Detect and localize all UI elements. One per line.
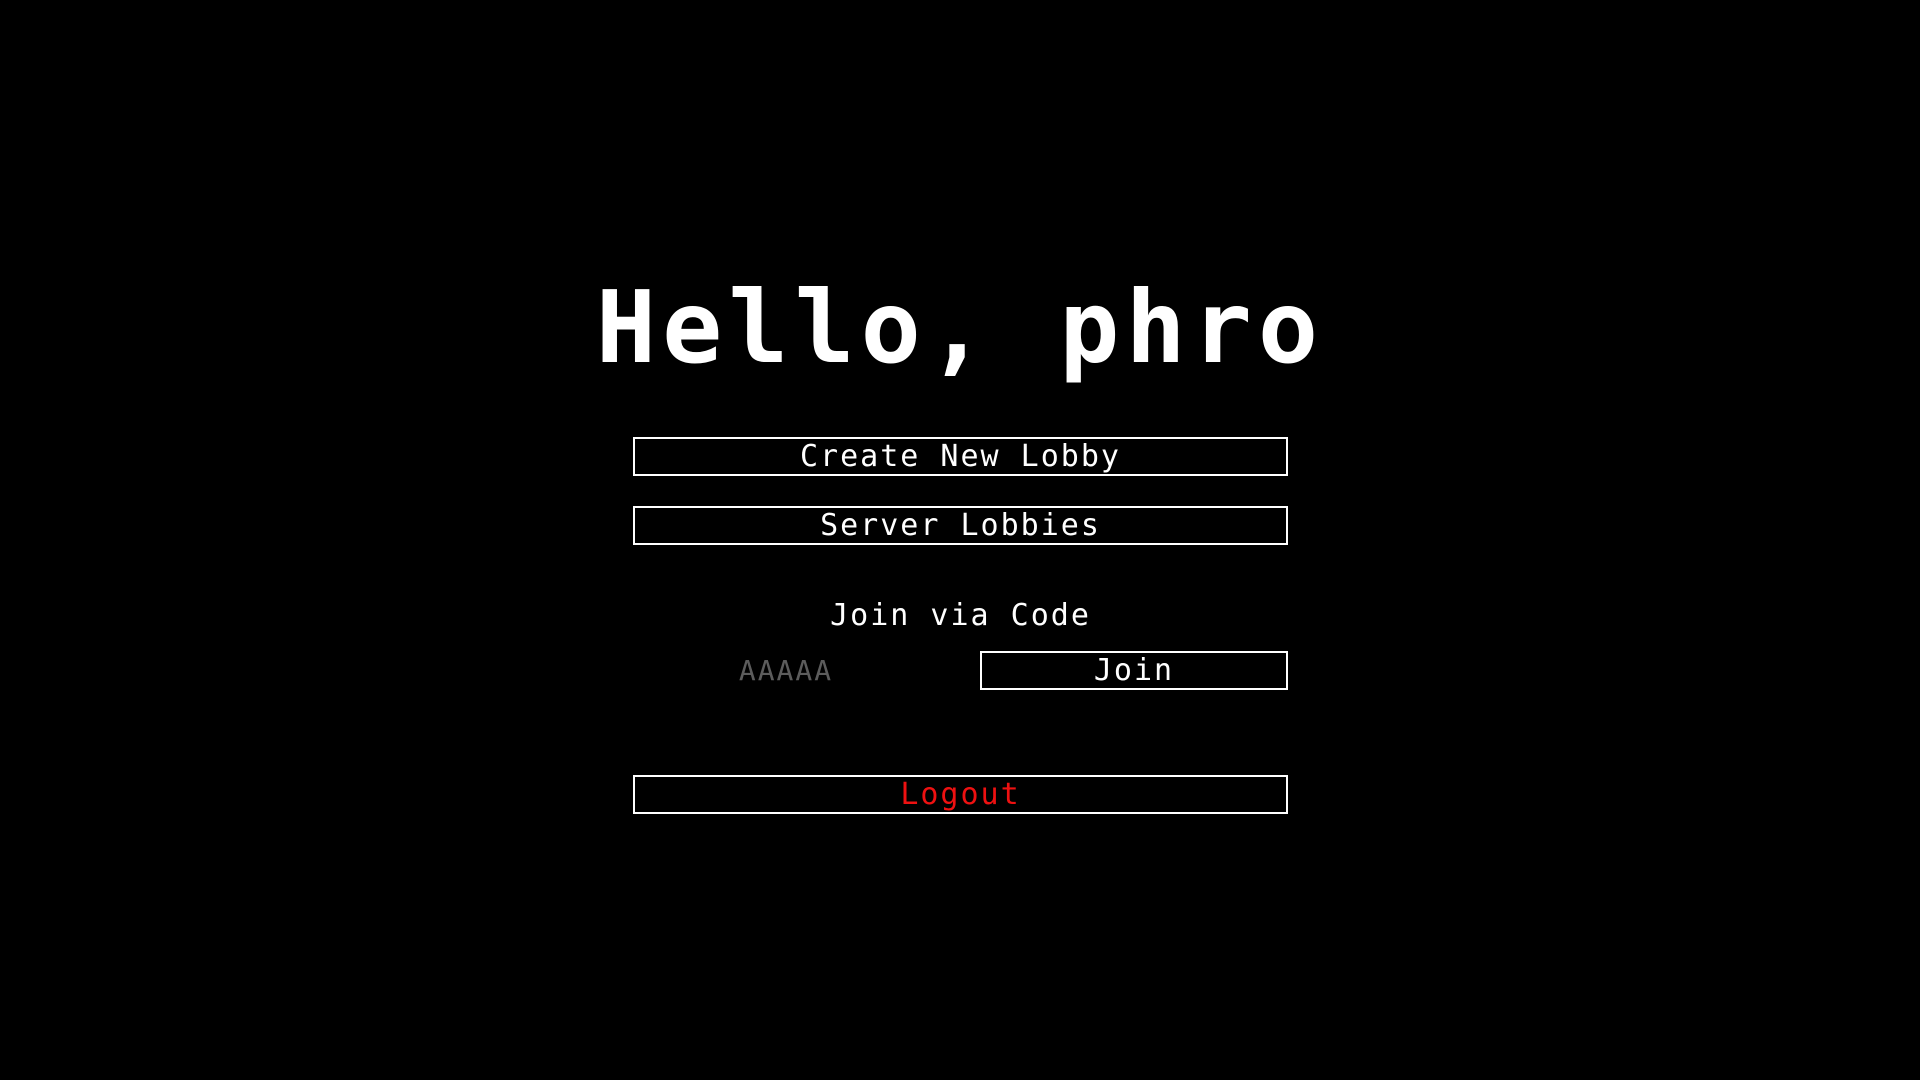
logout-button[interactable]: Logout xyxy=(633,775,1288,814)
server-lobbies-button[interactable]: Server Lobbies xyxy=(633,506,1288,545)
lobby-code-input[interactable] xyxy=(633,651,939,690)
join-button[interactable]: Join xyxy=(980,651,1288,690)
join-label: Join xyxy=(1093,653,1175,688)
server-lobbies-label: Server Lobbies xyxy=(820,508,1101,543)
logout-label: Logout xyxy=(900,777,1021,812)
create-lobby-button[interactable]: Create New Lobby xyxy=(633,437,1288,476)
greeting-title: Hello, phro xyxy=(595,269,1325,386)
create-lobby-label: Create New Lobby xyxy=(800,439,1121,474)
join-via-code-label: Join via Code xyxy=(830,598,1091,633)
